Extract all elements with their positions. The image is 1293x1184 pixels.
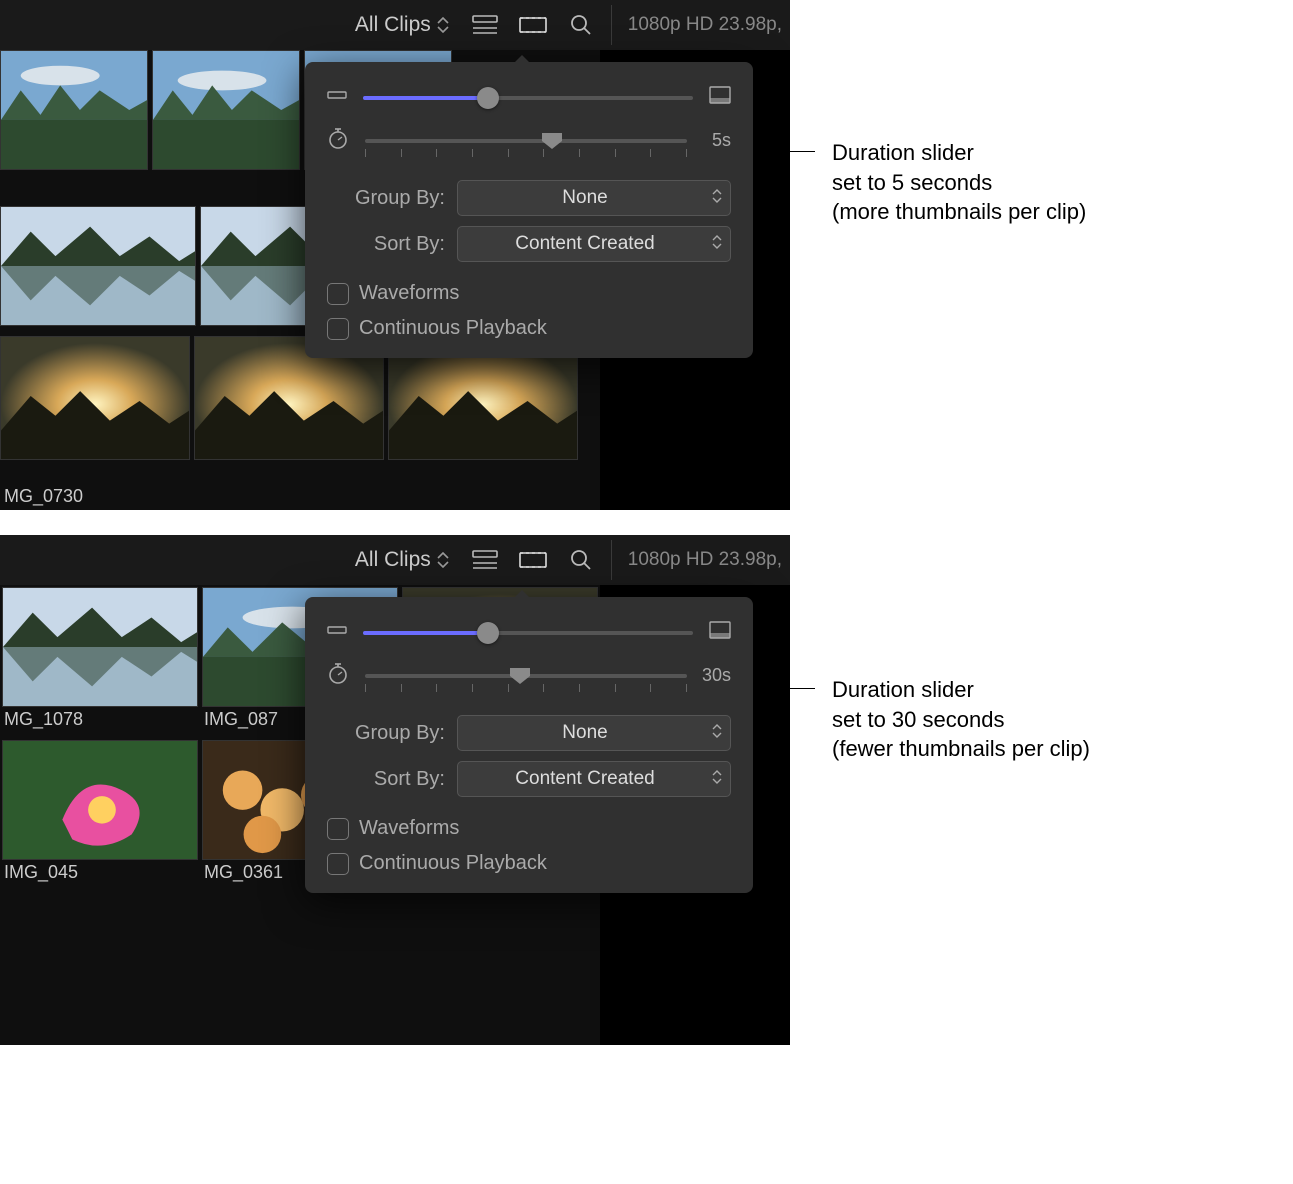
toolbar-divider	[611, 540, 612, 580]
continuous-playback-checkbox-row[interactable]: Continuous Playback	[327, 317, 731, 340]
group-by-value: None	[562, 187, 607, 208]
clip-thumbnail[interactable]	[0, 206, 196, 326]
group-by-select[interactable]: None	[457, 180, 731, 216]
group-by-label: Group By:	[327, 722, 457, 745]
toolbar-divider	[611, 5, 612, 45]
continuous-playback-checkbox[interactable]	[327, 318, 349, 340]
sort-by-value: Content Created	[515, 768, 654, 789]
clip-appearance-popover: 5s Group By: None Sort By: Content Creat…	[305, 62, 753, 358]
clip-height-min-icon	[327, 87, 347, 108]
clip-filter-dropdown[interactable]: All Clips	[349, 544, 455, 576]
clip-filter-dropdown[interactable]: All Clips	[349, 9, 455, 41]
clip-filename-label: MG_0730	[4, 486, 83, 507]
stepper-icon	[712, 187, 722, 209]
search-button[interactable]	[563, 542, 599, 578]
stopwatch-icon	[327, 127, 349, 154]
callout-leader-line	[752, 688, 815, 689]
duration-value-label: 30s	[699, 665, 731, 686]
list-view-button[interactable]	[467, 7, 503, 43]
clip-height-slider-row	[327, 621, 731, 644]
group-by-label: Group By:	[327, 187, 457, 210]
sort-by-value: Content Created	[515, 233, 654, 254]
viewer-format-label: 1080p HD 23.98p,	[628, 14, 782, 36]
callout-top: Duration slider set to 5 seconds (more t…	[832, 138, 1086, 227]
sort-by-label: Sort By:	[327, 233, 457, 256]
list-view-button[interactable]	[467, 542, 503, 578]
group-by-select[interactable]: None	[457, 715, 731, 751]
stepper-icon	[437, 552, 449, 568]
sort-by-row: Sort By: Content Created	[327, 761, 731, 797]
popover-arrow-icon	[512, 52, 532, 62]
waveforms-checkbox-row[interactable]: Waveforms	[327, 282, 731, 305]
group-by-value: None	[562, 722, 607, 743]
duration-slider-row: 5s	[327, 127, 731, 154]
filmstrip-view-button[interactable]	[515, 542, 551, 578]
clip-filename-label: IMG_045	[2, 860, 198, 889]
sort-by-label: Sort By:	[327, 768, 457, 791]
clip-thumbnail[interactable]	[152, 50, 300, 170]
group-by-row: Group By: None	[327, 180, 731, 216]
waveforms-checkbox[interactable]	[327, 283, 349, 305]
stepper-icon	[712, 722, 722, 744]
waveforms-checkbox[interactable]	[327, 818, 349, 840]
clip-height-slider-row	[327, 86, 731, 109]
duration-slider[interactable]	[365, 674, 687, 678]
continuous-playback-checkbox-row[interactable]: Continuous Playback	[327, 852, 731, 875]
clip-item[interactable]: MG_1078	[2, 587, 198, 736]
callout-leader-line	[743, 151, 815, 152]
clip-item[interactable]: IMG_045	[2, 740, 198, 889]
group-by-row: Group By: None	[327, 715, 731, 751]
stepper-icon	[712, 768, 722, 790]
clip-filter-label: All Clips	[355, 13, 431, 37]
stepper-icon	[437, 17, 449, 33]
browser-toolbar: All Clips 1080p HD 23.98p,	[0, 0, 790, 50]
browser-toolbar: All Clips 1080p HD 23.98p,	[0, 535, 790, 585]
browser-panel-top: All Clips 1080p HD 23.98p,	[0, 0, 790, 510]
filmstrip-view-button[interactable]	[515, 7, 551, 43]
clip-filter-label: All Clips	[355, 548, 431, 572]
waveforms-label: Waveforms	[359, 817, 459, 840]
waveforms-label: Waveforms	[359, 282, 459, 305]
clip-thumbnail[interactable]	[0, 50, 148, 170]
clip-thumbnail[interactable]	[0, 336, 190, 460]
sort-by-select[interactable]: Content Created	[457, 226, 731, 262]
clip-height-max-icon	[709, 86, 731, 109]
continuous-playback-label: Continuous Playback	[359, 852, 547, 875]
clip-filename-label: MG_1078	[2, 707, 198, 736]
sort-by-select[interactable]: Content Created	[457, 761, 731, 797]
stopwatch-icon	[327, 662, 349, 689]
duration-value-label: 5s	[699, 130, 731, 151]
popover-arrow-icon	[512, 587, 532, 597]
duration-slider[interactable]	[365, 139, 687, 143]
clip-appearance-popover: 30s Group By: None Sort By: Content Crea…	[305, 597, 753, 893]
slider-thumb[interactable]	[477, 622, 499, 644]
search-button[interactable]	[563, 7, 599, 43]
duration-slider-thumb[interactable]	[510, 668, 530, 684]
viewer-format-label: 1080p HD 23.98p,	[628, 549, 782, 571]
sort-by-row: Sort By: Content Created	[327, 226, 731, 262]
callout-bottom: Duration slider set to 30 seconds (fewer…	[832, 675, 1090, 764]
stepper-icon	[712, 233, 722, 255]
duration-slider-row: 30s	[327, 662, 731, 689]
duration-slider-thumb[interactable]	[542, 133, 562, 149]
clip-height-max-icon	[709, 621, 731, 644]
waveforms-checkbox-row[interactable]: Waveforms	[327, 817, 731, 840]
clip-height-slider[interactable]	[363, 96, 693, 100]
slider-thumb[interactable]	[477, 87, 499, 109]
continuous-playback-label: Continuous Playback	[359, 317, 547, 340]
continuous-playback-checkbox[interactable]	[327, 853, 349, 875]
clip-height-min-icon	[327, 622, 347, 643]
clip-height-slider[interactable]	[363, 631, 693, 635]
browser-panel-bottom: All Clips 1080p HD 23.98p, MG_	[0, 535, 790, 1045]
